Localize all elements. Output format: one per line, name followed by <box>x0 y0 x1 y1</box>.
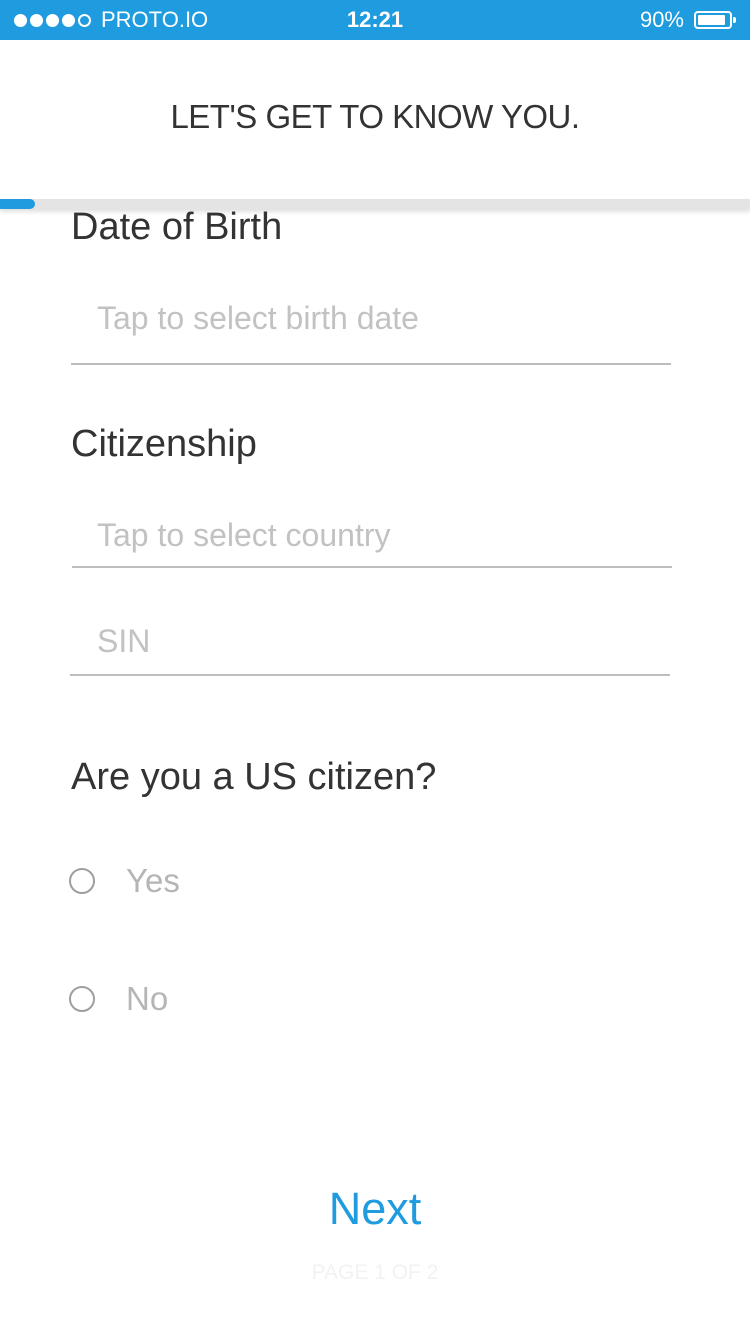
radio-option-yes[interactable]: Yes <box>69 862 180 900</box>
battery-fill <box>698 15 725 25</box>
dob-label: Date of Birth <box>71 206 283 248</box>
progress-fill <box>0 199 36 209</box>
radio-option-no[interactable]: No <box>69 980 168 1018</box>
radio-circle-icon[interactable] <box>69 986 95 1012</box>
radio-circle-icon[interactable] <box>69 868 95 894</box>
radio-label-no: No <box>126 980 169 1017</box>
sin-field-underline <box>70 674 670 676</box>
us-citizen-question: Are you a US citizen? <box>71 756 437 798</box>
page-header: LET'S GET TO KNOW YOU. <box>0 40 750 200</box>
page-title: LET'S GET TO KNOW YOU. <box>170 98 580 135</box>
page-indicator: PAGE 1 OF 2 <box>311 1261 439 1284</box>
radio-label-yes: Yes <box>126 862 180 899</box>
dob-input[interactable]: Tap to select birth date <box>97 300 419 337</box>
status-bar: PROTO.IO 12:21 90% <box>0 0 750 40</box>
status-time: 12:21 <box>346 7 404 32</box>
battery-icon <box>694 11 736 29</box>
citizenship-label: Citizenship <box>71 423 257 465</box>
battery-percent: 90% <box>639 7 684 32</box>
country-field-underline <box>72 566 672 568</box>
battery-status: 90% <box>639 7 736 32</box>
country-input[interactable]: Tap to select country <box>97 517 390 554</box>
dob-field-underline <box>71 363 671 365</box>
battery-nub <box>733 17 736 23</box>
next-button[interactable]: Next <box>0 1183 750 1235</box>
sin-input[interactable]: SIN <box>97 623 150 660</box>
